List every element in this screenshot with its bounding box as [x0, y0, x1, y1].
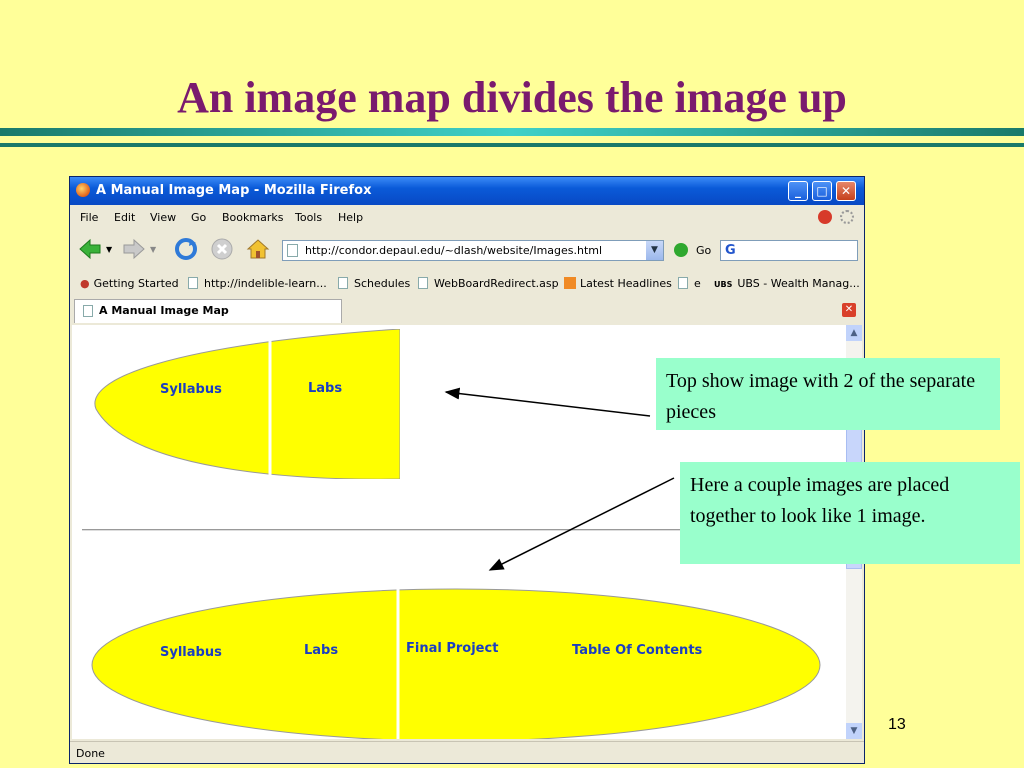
callout-bottom-map: Here a couple images are placed together…	[680, 462, 1020, 564]
callout-top-map: Top show image with 2 of the separate pi…	[656, 358, 1000, 430]
arrow-to-top-map	[444, 387, 651, 417]
slide-number: 13	[888, 716, 906, 733]
arrow-to-bottom-map	[488, 477, 675, 571]
